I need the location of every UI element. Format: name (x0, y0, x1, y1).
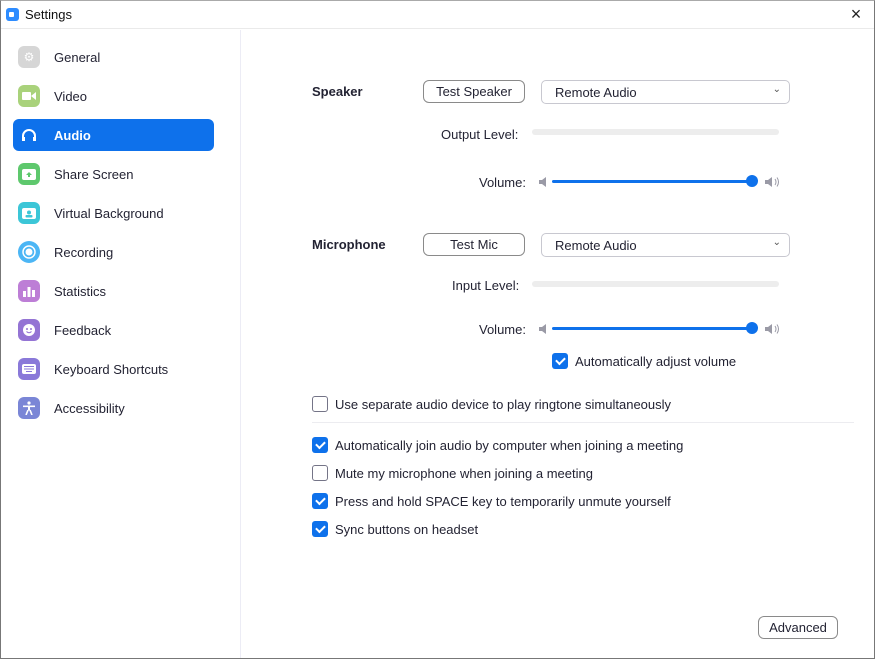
video-camera-icon (18, 85, 40, 107)
sidebar-item-video[interactable]: Video (13, 80, 214, 112)
auto-adjust-volume-checkbox[interactable] (552, 353, 568, 369)
speaker-device-value: Remote Audio (555, 84, 637, 100)
sidebar-item-label: General (54, 49, 101, 65)
recording-icon (18, 241, 40, 263)
speaker-volume-slider[interactable] (552, 180, 752, 183)
sidebar-item-statistics[interactable]: Statistics (13, 275, 214, 307)
sidebar-item-keyboard-shortcuts[interactable]: Keyboard Shortcuts (13, 353, 214, 385)
sidebar: ⚙ General Video Audio Share Screen Virtu… (1, 30, 241, 658)
sidebar-item-label: Video (54, 88, 88, 104)
microphone-volume-label: Volume: (479, 322, 526, 337)
speaker-volume-label: Volume: (479, 175, 526, 190)
separate-ringtone-device-label: Use separate audio device to play ringto… (335, 397, 672, 412)
sidebar-item-label: Virtual Background (54, 205, 164, 221)
microphone-volume-slider[interactable] (552, 327, 752, 330)
advanced-button[interactable]: Advanced (758, 616, 838, 639)
input-level-meter (532, 281, 779, 287)
audio-settings-panel: Speaker Test Speaker Remote Audio ⌄ Outp… (242, 30, 874, 658)
input-level-label: Input Level: (452, 278, 520, 293)
sidebar-item-label: Statistics (54, 283, 107, 299)
test-mic-button[interactable]: Test Mic (423, 233, 525, 256)
gear-icon: ⚙ (18, 46, 40, 68)
sidebar-item-share-screen[interactable]: Share Screen (13, 158, 214, 190)
sidebar-item-label: Recording (54, 244, 114, 260)
sidebar-item-label: Share Screen (54, 166, 134, 182)
output-level-meter (532, 129, 779, 135)
microphone-volume-thumb[interactable] (746, 322, 758, 334)
space-to-unmute-checkbox[interactable] (312, 493, 328, 509)
separate-ringtone-device-checkbox[interactable] (312, 396, 328, 412)
accessibility-icon (18, 397, 40, 419)
close-icon[interactable]: × (847, 5, 865, 23)
window-title: Settings (25, 7, 72, 22)
microphone-device-select[interactable]: Remote Audio ⌄ (541, 233, 790, 257)
sync-headset-buttons-checkbox[interactable] (312, 521, 328, 537)
keyboard-icon (18, 358, 40, 380)
sidebar-item-label: Accessibility (54, 400, 125, 416)
test-speaker-button[interactable]: Test Speaker (423, 80, 525, 103)
virtual-background-icon (18, 202, 40, 224)
feedback-icon (18, 319, 40, 341)
output-level-label: Output Level: (441, 127, 519, 142)
settings-window: Settings × ⚙ General Video Audio Share S… (0, 0, 875, 659)
mute-mic-on-join-label: Mute my microphone when joining a meetin… (335, 466, 593, 481)
microphone-device-value: Remote Audio (555, 237, 637, 253)
sidebar-item-accessibility[interactable]: Accessibility (13, 392, 214, 424)
auto-adjust-volume-label: Automatically adjust volume (575, 354, 737, 369)
space-to-unmute-label: Press and hold SPACE key to temporarily … (335, 494, 671, 509)
sidebar-item-feedback[interactable]: Feedback (13, 314, 214, 346)
zoom-app-icon (6, 8, 19, 21)
title-bar: Settings × (1, 1, 874, 29)
sidebar-item-recording[interactable]: Recording (13, 236, 214, 268)
auto-join-audio-label: Automatically join audio by computer whe… (335, 438, 684, 453)
chevron-down-icon: ⌄ (772, 237, 781, 248)
statistics-icon (18, 280, 40, 302)
section-divider (312, 422, 854, 423)
sidebar-item-general[interactable]: ⚙ General (13, 41, 214, 73)
volume-low-icon (539, 324, 546, 334)
volume-high-icon (765, 324, 779, 334)
microphone-label: Microphone (312, 237, 386, 252)
volume-high-icon (765, 177, 779, 187)
speaker-device-select[interactable]: Remote Audio ⌄ (541, 80, 790, 104)
share-screen-icon (18, 163, 40, 185)
speaker-label: Speaker (312, 84, 363, 99)
sidebar-item-label: Keyboard Shortcuts (54, 361, 169, 377)
auto-join-audio-checkbox[interactable] (312, 437, 328, 453)
sidebar-item-label: Feedback (54, 322, 112, 338)
sidebar-item-audio[interactable]: Audio (13, 119, 214, 151)
sidebar-item-virtual-background[interactable]: Virtual Background (13, 197, 214, 229)
speaker-volume-thumb[interactable] (746, 175, 758, 187)
sidebar-item-label: Audio (54, 127, 91, 143)
chevron-down-icon: ⌄ (772, 84, 781, 95)
mute-mic-on-join-checkbox[interactable] (312, 465, 328, 481)
sync-headset-buttons-label: Sync buttons on headset (335, 522, 479, 537)
headphones-icon (18, 124, 40, 146)
volume-low-icon (539, 177, 546, 187)
